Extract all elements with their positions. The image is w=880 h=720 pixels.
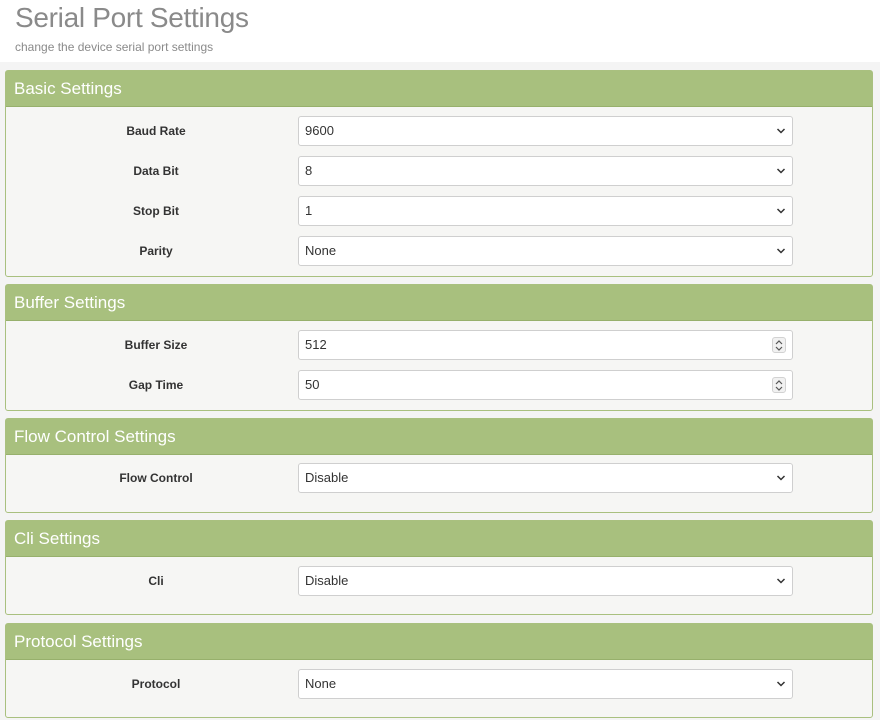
- spinner-icon[interactable]: [772, 377, 786, 393]
- parity-select[interactable]: None: [298, 236, 793, 266]
- data-bit-row: Data Bit 8: [6, 156, 872, 186]
- parity-label: Parity: [139, 244, 173, 258]
- protocol-value: None: [305, 676, 337, 691]
- stop-bit-select[interactable]: 1: [298, 196, 793, 226]
- buffer-settings-panel: Buffer Settings Buffer Size 512 Gap Time…: [5, 284, 873, 411]
- chevron-down-icon: [776, 208, 786, 214]
- chevron-down-icon: [776, 168, 786, 174]
- protocol-label: Protocol: [131, 677, 181, 691]
- buffer-size-label: Buffer Size: [124, 338, 188, 352]
- flow-control-label: Flow Control: [119, 471, 193, 485]
- page-title: Serial Port Settings: [15, 2, 249, 33]
- stop-bit-value: 1: [305, 203, 313, 218]
- baud-rate-value: 9600: [305, 123, 334, 138]
- baud-rate-label: Baud Rate: [126, 124, 186, 138]
- data-bit-value: 8: [305, 163, 313, 178]
- parity-row: Parity None: [6, 236, 872, 266]
- cli-row: Cli Disable: [6, 566, 872, 596]
- chevron-down-icon: [776, 248, 786, 254]
- flow-control-value: Disable: [305, 470, 349, 485]
- baud-rate-select[interactable]: 9600: [298, 116, 793, 146]
- chevron-down-icon: [776, 681, 786, 687]
- flow-control-settings-panel: Flow Control Settings Flow Control Disab…: [5, 418, 873, 513]
- protocol-settings-title: Protocol Settings: [6, 624, 872, 660]
- flow-control-row: Flow Control Disable: [6, 463, 872, 493]
- gap-time-row: Gap Time 50: [6, 370, 872, 400]
- stop-bit-label: Stop Bit: [133, 204, 179, 218]
- protocol-row: Protocol None: [6, 669, 872, 699]
- buffer-size-row: Buffer Size 512: [6, 330, 872, 360]
- data-bit-select[interactable]: 8: [298, 156, 793, 186]
- baud-rate-row: Baud Rate 9600: [6, 116, 872, 146]
- flow-control-settings-title: Flow Control Settings: [6, 419, 872, 455]
- buffer-size-value: 512: [305, 337, 327, 352]
- cli-settings-panel: Cli Settings Cli Disable: [5, 520, 873, 615]
- gap-time-input[interactable]: 50: [298, 370, 793, 400]
- chevron-down-icon: [776, 578, 786, 584]
- cli-value: Disable: [305, 573, 349, 588]
- spinner-icon[interactable]: [772, 337, 786, 353]
- gap-time-label: Gap Time: [128, 378, 184, 392]
- flow-control-select[interactable]: Disable: [298, 463, 793, 493]
- basic-settings-panel: Basic Settings Baud Rate 9600 Data Bit 8…: [5, 70, 873, 277]
- gap-time-value: 50: [305, 377, 320, 392]
- buffer-size-input[interactable]: 512: [298, 330, 793, 360]
- protocol-settings-panel: Protocol Settings Protocol None: [5, 623, 873, 718]
- cli-select[interactable]: Disable: [298, 566, 793, 596]
- stop-bit-row: Stop Bit 1: [6, 196, 872, 226]
- protocol-select[interactable]: None: [298, 669, 793, 699]
- buffer-settings-title: Buffer Settings: [6, 285, 872, 321]
- parity-value: None: [305, 243, 337, 258]
- cli-settings-title: Cli Settings: [6, 521, 872, 557]
- data-bit-label: Data Bit: [133, 164, 179, 178]
- basic-settings-title: Basic Settings: [6, 71, 872, 107]
- page-subtitle: change the device serial port settings: [15, 40, 214, 54]
- page-header: Serial Port Settings change the device s…: [0, 0, 880, 62]
- chevron-down-icon: [776, 128, 786, 134]
- cli-label: Cli: [148, 574, 164, 588]
- chevron-down-icon: [776, 475, 786, 481]
